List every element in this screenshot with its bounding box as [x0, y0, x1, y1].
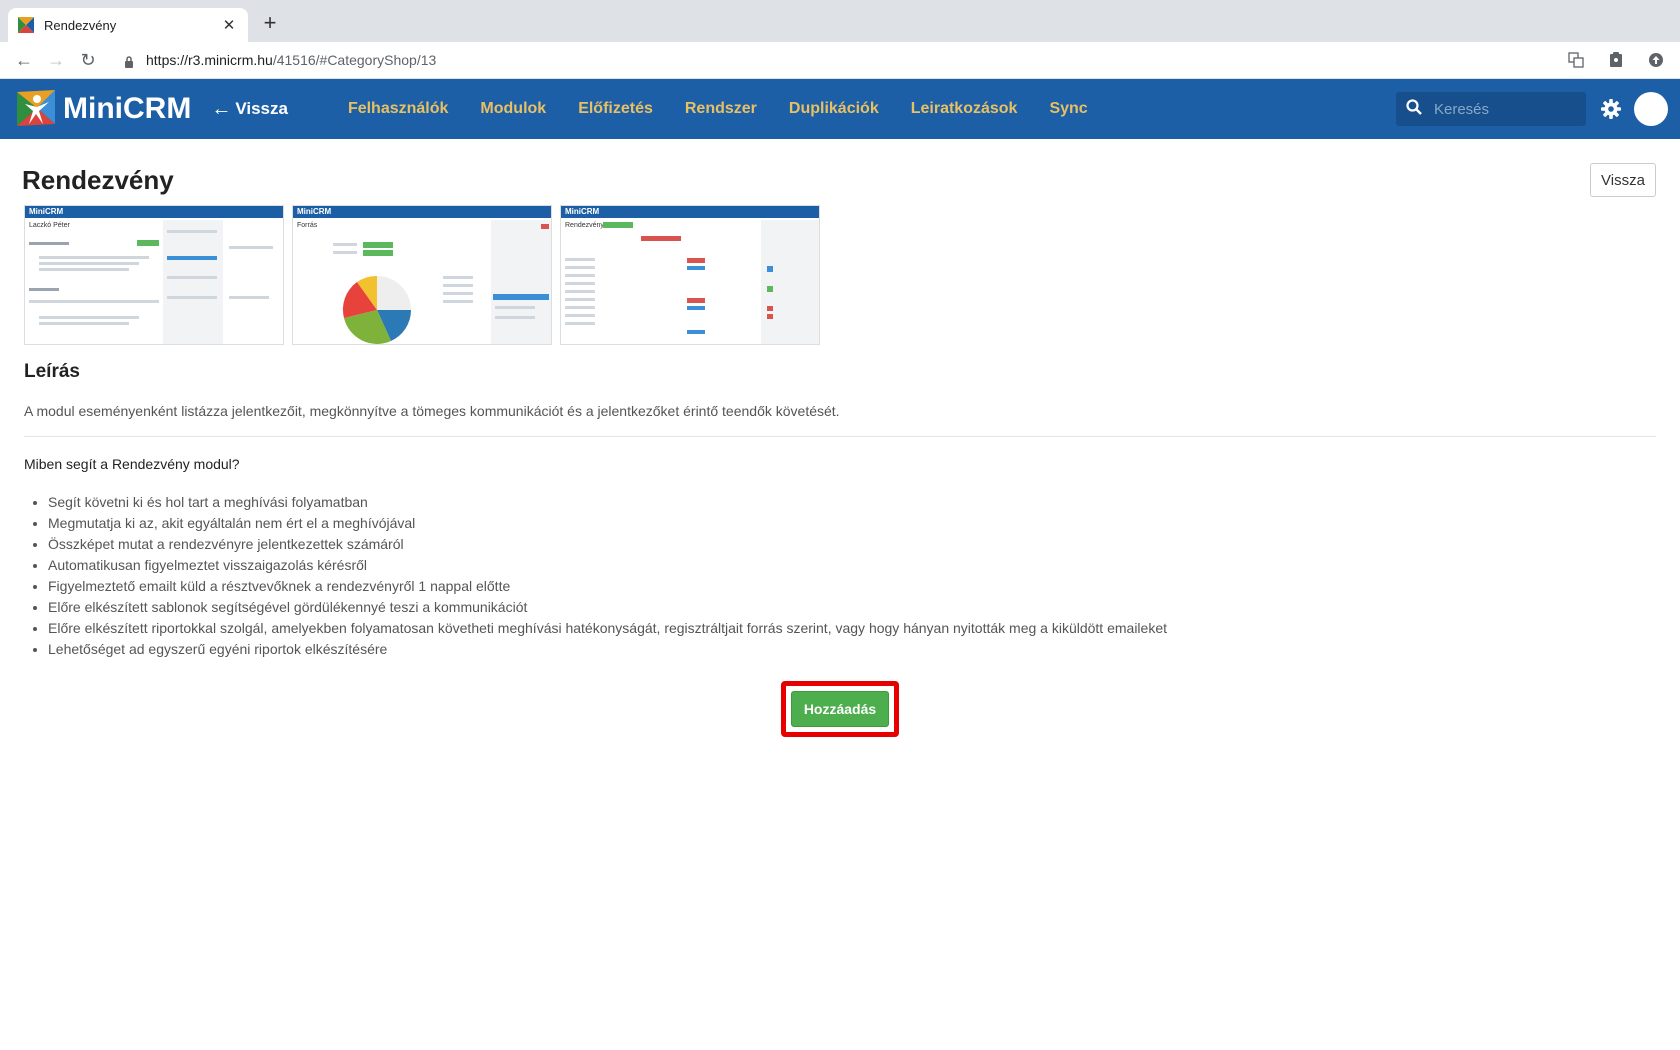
nav-item-leiratkozasok[interactable]: Leiratkozások — [911, 100, 1018, 118]
minicrm-logo-icon — [15, 88, 57, 130]
browser-toolbar: ← → ↻ https://r3.minicrm.hu/41516/#Categ… — [0, 42, 1680, 79]
gear-icon[interactable] — [1600, 98, 1622, 120]
screenshot-thumbnail[interactable]: MiniCRM Rendezvény — [560, 205, 820, 345]
close-tab-icon[interactable]: ✕ — [220, 16, 238, 34]
list-item: Automatikusan figyelmeztet visszaigazolá… — [48, 555, 1167, 576]
reload-icon[interactable]: ↻ — [74, 46, 102, 74]
forward-arrow-icon[interactable]: → — [42, 46, 70, 74]
nav-item-felhasznalok[interactable]: Felhasználók — [348, 100, 448, 118]
url-text: https://r3.minicrm.hu/41516/#CategorySho… — [146, 52, 437, 68]
translate-icon[interactable] — [1562, 46, 1590, 74]
nav-item-sync[interactable]: Sync — [1049, 100, 1087, 118]
benefits-heading: Miben segít a Rendezvény modul? — [24, 456, 240, 472]
minicrm-favicon-icon — [18, 17, 34, 33]
lock-icon — [124, 55, 134, 68]
browser-tabbar: Rendezvény ✕ + — [0, 0, 1680, 42]
address-bar[interactable]: https://r3.minicrm.hu/41516/#CategorySho… — [116, 46, 1550, 74]
nav-item-rendszer[interactable]: Rendszer — [685, 100, 757, 118]
nav-item-duplikaciok[interactable]: Duplikációk — [789, 100, 879, 118]
main-nav: Felhasználók Modulok Előfizetés Rendszer… — [348, 100, 1120, 118]
section-title: Leírás — [24, 361, 80, 382]
avatar[interactable] — [1634, 92, 1668, 126]
list-item: Előre elkészített riportokkal szolgál, a… — [48, 618, 1167, 639]
back-button[interactable]: Vissza — [1590, 163, 1656, 197]
benefits-list: Segít követni ki és hol tart a meghívási… — [48, 492, 1167, 660]
list-item: Lehetőséget ad egyszerű egyéni riportok … — [48, 639, 1167, 660]
new-tab-icon[interactable]: + — [260, 12, 280, 34]
tab-title: Rendezvény — [44, 17, 117, 33]
nav-item-elofizetes[interactable]: Előfizetés — [578, 100, 653, 118]
screenshot-gallery: MiniCRM Laczkó Péter MiniCRM Forrás Mini… — [24, 205, 828, 345]
list-item: Előre elkészített sablonok segítségével … — [48, 597, 1167, 618]
screenshot-thumbnail[interactable]: MiniCRM Laczkó Péter — [24, 205, 284, 345]
upload-icon[interactable] — [1642, 46, 1670, 74]
module-description: A modul eseményenként listázza jelentkez… — [24, 403, 840, 419]
logo-text: MiniCRM — [63, 92, 192, 125]
screenshot-thumbnail[interactable]: MiniCRM Forrás — [292, 205, 552, 345]
list-item: Segít követni ki és hol tart a meghívási… — [48, 492, 1167, 513]
list-item: Megmutatja ki az, akit egyáltalán nem ér… — [48, 513, 1167, 534]
search-input[interactable] — [1434, 100, 1574, 118]
list-item: Figyelmeztető emailt küld a résztvevőkne… — [48, 576, 1167, 597]
search-box — [1396, 92, 1586, 126]
add-button-highlight: Hozzáadás — [781, 681, 899, 737]
minicrm-logo[interactable]: MiniCRM — [15, 88, 191, 130]
arrow-left-icon: ← — [211, 97, 232, 120]
page-title: Rendezvény — [22, 165, 174, 195]
divider — [24, 436, 1656, 437]
clipboard-icon[interactable] — [1602, 46, 1630, 74]
back-arrow-icon[interactable]: ← — [10, 46, 38, 74]
search-icon — [1406, 98, 1422, 120]
list-item: Összképet mutat a rendezvényre jelentkez… — [48, 534, 1167, 555]
app-header: MiniCRM ← Vissza Felhasználók Modulok El… — [0, 79, 1680, 139]
nav-item-modulok[interactable]: Modulok — [480, 100, 546, 118]
add-button[interactable]: Hozzáadás — [791, 691, 889, 727]
pie-chart-preview — [342, 275, 411, 344]
browser-tab[interactable]: Rendezvény ✕ — [8, 8, 248, 42]
header-back-link[interactable]: ← Vissza — [211, 98, 288, 121]
